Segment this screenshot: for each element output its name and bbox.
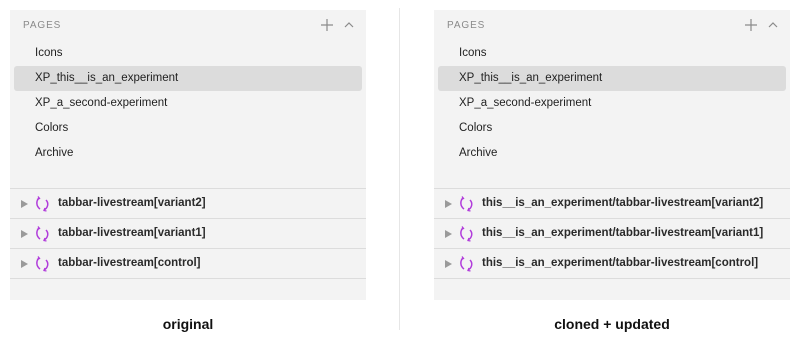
page-list: Icons XP_this__is_an_experiment XP_a_sec…: [10, 41, 366, 166]
page-item-icons[interactable]: Icons: [438, 41, 786, 66]
panel-divider: [399, 8, 400, 330]
layer-label: this__is_an_experiment/tabbar-livestream…: [482, 197, 764, 209]
disclosure-triangle-icon[interactable]: [21, 230, 28, 238]
caption-cloned-updated: cloned + updated: [554, 316, 670, 332]
disclosure-triangle-icon[interactable]: [445, 200, 452, 208]
layer-row[interactable]: tabbar-livestream[control]: [10, 249, 366, 279]
page-item-xp-a-second-experiment[interactable]: XP_a_second-experiment: [438, 91, 786, 116]
page-item-xp-a-second-experiment[interactable]: XP_a_second-experiment: [14, 91, 362, 116]
page-item-archive[interactable]: Archive: [14, 141, 362, 166]
page-item-colors[interactable]: Colors: [438, 116, 786, 141]
layer-label: this__is_an_experiment/tabbar-livestream…: [482, 257, 759, 269]
layer-label: tabbar-livestream[variant2]: [58, 197, 206, 209]
pages-title: PAGES: [447, 20, 486, 31]
disclosure-triangle-icon[interactable]: [21, 200, 28, 208]
pages-header: PAGES: [10, 10, 366, 42]
page-item-xp-this-is-an-experiment[interactable]: XP_this__is_an_experiment: [14, 66, 362, 91]
pages-panel-cloned: PAGES Icons XP_this__is_an_experiment XP…: [434, 10, 790, 300]
page-item-icons[interactable]: Icons: [14, 41, 362, 66]
layer-row[interactable]: this__is_an_experiment/tabbar-livestream…: [434, 249, 790, 279]
page-item-xp-this-is-an-experiment[interactable]: XP_this__is_an_experiment: [438, 66, 786, 91]
page-item-label: XP_this__is_an_experiment: [35, 72, 179, 84]
plus-icon[interactable]: [318, 16, 336, 34]
symbol-icon: [34, 255, 52, 273]
layer-list: this__is_an_experiment/tabbar-livestream…: [434, 188, 790, 279]
pages-title: PAGES: [23, 20, 62, 31]
pages-header: PAGES: [434, 10, 790, 42]
page-item-archive[interactable]: Archive: [438, 141, 786, 166]
symbol-icon: [34, 195, 52, 213]
page-item-label: XP_a_second-experiment: [459, 97, 592, 109]
layer-row[interactable]: this__is_an_experiment/tabbar-livestream…: [434, 219, 790, 249]
page-item-label: Archive: [35, 147, 74, 159]
page-item-colors[interactable]: Colors: [14, 116, 362, 141]
plus-icon[interactable]: [742, 16, 760, 34]
layer-row[interactable]: this__is_an_experiment/tabbar-livestream…: [434, 189, 790, 219]
page-item-label: Colors: [35, 122, 69, 134]
page-item-label: XP_this__is_an_experiment: [459, 72, 603, 84]
page-item-label: Icons: [35, 47, 63, 59]
layer-row[interactable]: tabbar-livestream[variant2]: [10, 189, 366, 219]
disclosure-triangle-icon[interactable]: [445, 260, 452, 268]
chevron-up-icon[interactable]: [340, 16, 358, 34]
symbol-icon: [458, 195, 476, 213]
layer-row[interactable]: tabbar-livestream[variant1]: [10, 219, 366, 249]
layer-label: tabbar-livestream[variant1]: [58, 227, 206, 239]
page-list: Icons XP_this__is_an_experiment XP_a_sec…: [434, 41, 790, 166]
page-item-label: Colors: [459, 122, 493, 134]
pages-panel-original: PAGES Icons XP_this__is_an_experiment XP…: [10, 10, 366, 300]
layer-label: this__is_an_experiment/tabbar-livestream…: [482, 227, 764, 239]
page-item-label: Archive: [459, 147, 498, 159]
layer-label: tabbar-livestream[control]: [58, 257, 201, 269]
disclosure-triangle-icon[interactable]: [21, 260, 28, 268]
chevron-up-icon[interactable]: [764, 16, 782, 34]
layer-list: tabbar-livestream[variant2] tabbar-lives…: [10, 188, 366, 279]
page-item-label: Icons: [459, 47, 487, 59]
caption-original: original: [162, 316, 214, 332]
disclosure-triangle-icon[interactable]: [445, 230, 452, 238]
page-item-label: XP_a_second-experiment: [35, 97, 168, 109]
symbol-icon: [458, 255, 476, 273]
symbol-icon: [458, 225, 476, 243]
symbol-icon: [34, 225, 52, 243]
